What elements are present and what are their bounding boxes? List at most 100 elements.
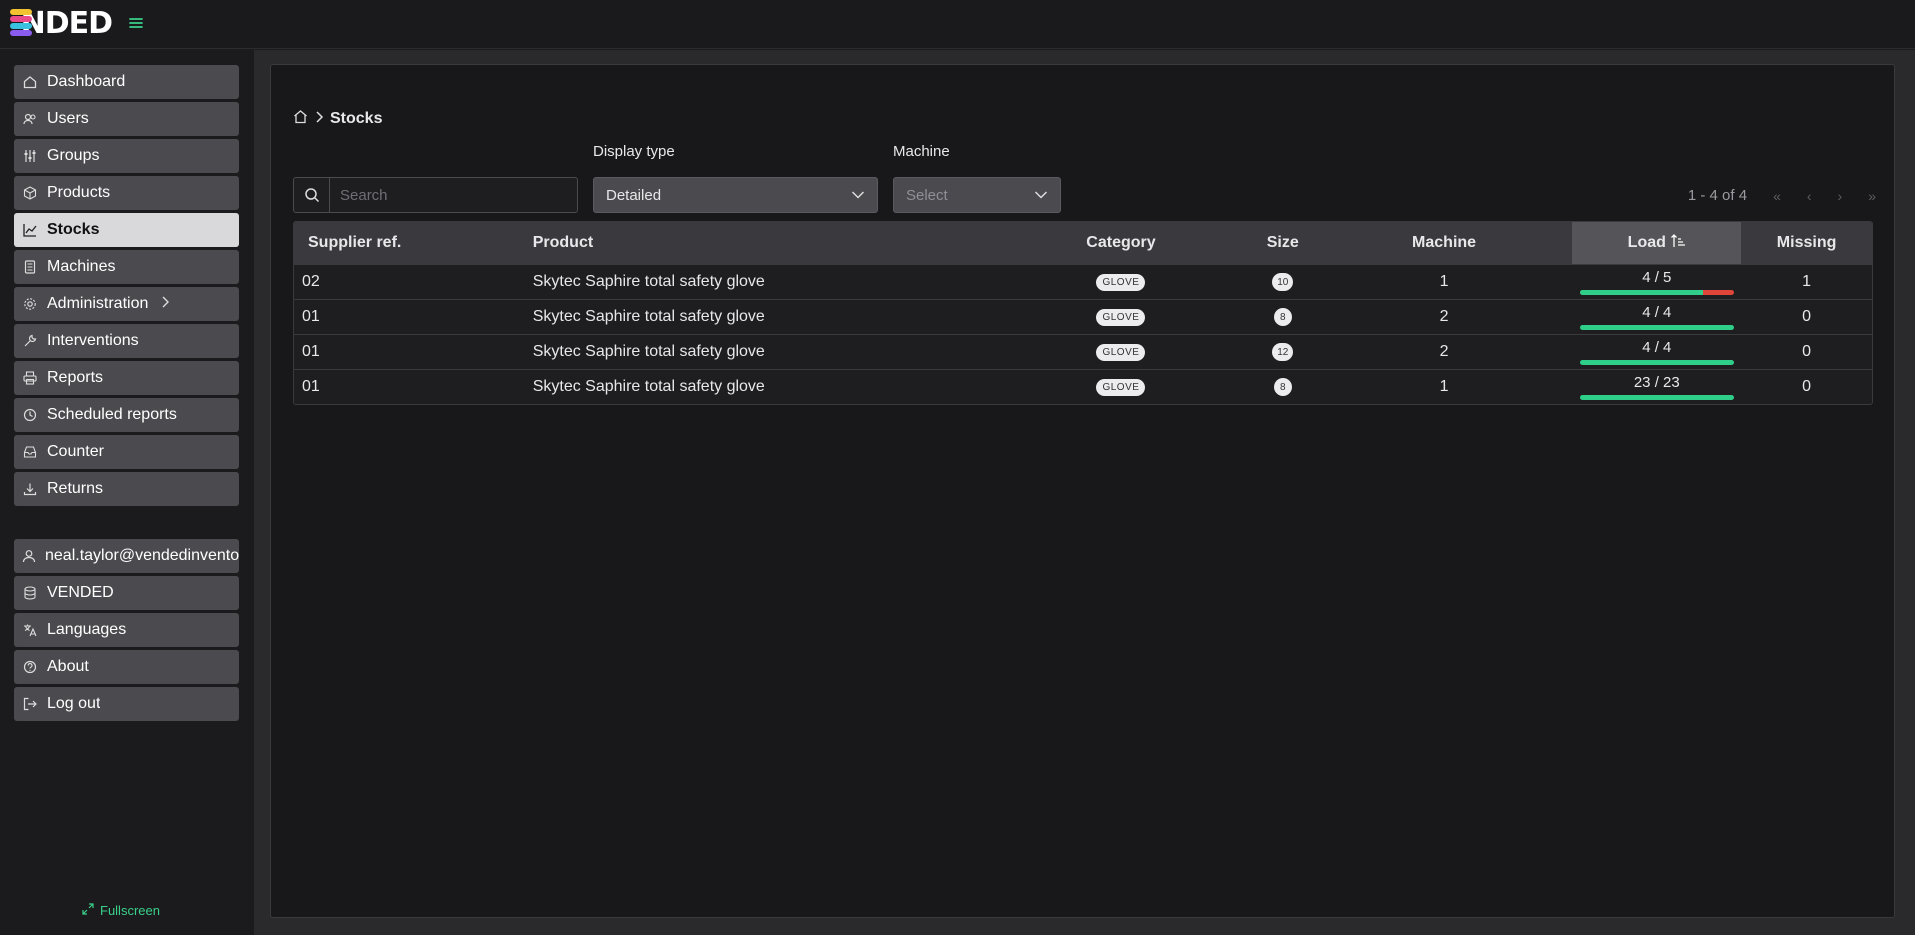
cell-supplier-ref: 02 <box>302 273 320 290</box>
sidebar-item-label: Reports <box>47 369 104 386</box>
cell-load: 4 / 5 <box>1572 265 1741 299</box>
download-icon <box>22 481 38 497</box>
load-text: 23 / 23 <box>1633 373 1680 391</box>
sidebar-item-logout[interactable]: Log out <box>14 687 239 721</box>
stocks-panel: Stocks Display type Detailed Machine Sel… <box>270 64 1895 918</box>
load-progress-fill <box>1579 394 1734 400</box>
column-header-machine[interactable]: Machine <box>1316 222 1573 264</box>
load-progress-bar <box>1579 324 1734 330</box>
sidebar-item-label: Groups <box>47 147 100 164</box>
top-bar: NDED <box>0 0 1915 49</box>
cell-load: 4 / 4 <box>1572 300 1741 334</box>
column-header-category[interactable]: Category <box>992 222 1250 264</box>
sidebar-item-reports[interactable]: Reports <box>14 361 239 395</box>
next-page-icon[interactable]: › <box>1838 188 1843 204</box>
box-icon <box>22 185 38 201</box>
machine-select[interactable]: Select <box>893 177 1061 213</box>
vended-logo[interactable]: NDED <box>8 5 113 41</box>
cell-machine: 2 <box>1439 308 1449 325</box>
cell-missing: 1 <box>1802 273 1812 290</box>
pagination: 1 - 4 of 4 « ‹ › » <box>1688 187 1876 204</box>
cell-missing: 0 <box>1802 308 1812 325</box>
size-badge: 10 <box>1272 273 1294 291</box>
sort-ascending-icon <box>1670 233 1686 254</box>
hamburger-icon[interactable] <box>127 14 145 32</box>
last-page-icon[interactable]: » <box>1868 188 1876 204</box>
load-progress-fill <box>1579 289 1703 295</box>
sidebar-item-users[interactable]: Users <box>14 102 239 136</box>
chevron-down-icon <box>1034 187 1048 204</box>
category-badge: GLOVE <box>1096 308 1146 326</box>
load-progress-bar <box>1579 359 1734 365</box>
sidebar-item-machines[interactable]: Machines <box>14 250 239 284</box>
cell-supplier-ref: 01 <box>302 308 320 325</box>
table-row[interactable]: 02 Skytec Saphire total safety glove GLO… <box>294 264 1872 299</box>
prev-page-icon[interactable]: ‹ <box>1807 188 1812 204</box>
cell-load: 23 / 23 <box>1572 370 1741 404</box>
display-type-value: Detailed <box>606 186 662 204</box>
inbox-icon <box>22 444 38 460</box>
sidebar-item-account[interactable]: neal.taylor@vendedinventory.com <box>14 539 239 573</box>
cell-load: 4 / 4 <box>1572 335 1741 369</box>
column-header-load[interactable]: Load <box>1572 222 1742 264</box>
user-icon <box>22 548 36 564</box>
cell-category: GLOVE <box>992 370 1250 404</box>
chevron-right-icon <box>160 295 170 313</box>
cell-size: 10 <box>1250 265 1316 299</box>
table-row[interactable]: 01 Skytec Saphire total safety glove GLO… <box>294 299 1872 334</box>
pagination-range: 1 - 4 of 4 <box>1687 187 1748 204</box>
sidebar-item-administration[interactable]: Administration <box>14 287 239 321</box>
cell-missing: 0 <box>1802 378 1812 395</box>
fullscreen-button[interactable]: Fullscreen <box>82 903 160 918</box>
cell-category: GLOVE <box>992 335 1250 369</box>
size-badge: 8 <box>1273 308 1292 326</box>
column-header-size[interactable]: Size <box>1250 222 1316 264</box>
cell-size: 8 <box>1250 300 1316 334</box>
sidebar-item-dashboard[interactable]: Dashboard <box>14 65 239 99</box>
column-header-missing[interactable]: Missing <box>1741 222 1872 264</box>
column-header-supplier-ref[interactable]: Supplier ref. <box>294 222 533 264</box>
cell-machine: 2 <box>1439 343 1449 360</box>
column-header-product[interactable]: Product <box>533 222 992 264</box>
sidebar-item-label: VENDED <box>47 584 114 601</box>
logo-text: NDED <box>20 5 113 41</box>
logout-icon <box>22 696 38 712</box>
sidebar-item-products[interactable]: Products <box>14 176 239 210</box>
cell-machine: 1 <box>1439 273 1449 290</box>
sidebar-item-label: Users <box>47 110 89 127</box>
sidebar-item-label: Products <box>47 184 111 201</box>
load-progress-bar <box>1579 394 1734 400</box>
size-badge: 8 <box>1273 378 1292 396</box>
sidebar-item-groups[interactable]: Groups <box>14 139 239 173</box>
table-row[interactable]: 01 Skytec Saphire total safety glove GLO… <box>294 369 1872 404</box>
stocks-table: Supplier ref. Product Category Size Mach… <box>293 221 1873 405</box>
size-badge: 12 <box>1272 343 1294 361</box>
search-icon[interactable] <box>294 178 330 212</box>
cell-supplier-ref: 01 <box>302 378 320 395</box>
sidebar-item-label: Scheduled reports <box>47 406 177 423</box>
cell-category: GLOVE <box>992 265 1250 299</box>
machine-placeholder: Select <box>906 186 948 204</box>
sidebar-item-interventions[interactable]: Interventions <box>14 324 239 358</box>
search-input[interactable] <box>330 178 577 212</box>
home-icon[interactable] <box>293 109 308 129</box>
table-row[interactable]: 01 Skytec Saphire total safety glove GLO… <box>294 334 1872 369</box>
load-progress-fill <box>1579 359 1734 365</box>
breadcrumb: Stocks <box>293 109 382 129</box>
logo-mark <box>8 7 32 39</box>
sidebar-item-returns[interactable]: Returns <box>14 472 239 506</box>
breadcrumb-current: Stocks <box>330 110 383 127</box>
cell-size: 8 <box>1250 370 1316 404</box>
sidebar-item-organization[interactable]: VENDED <box>14 576 239 610</box>
sidebar-item-label: Dashboard <box>47 73 126 90</box>
display-type-select[interactable]: Detailed <box>593 177 878 213</box>
chevron-down-icon <box>851 187 865 204</box>
first-page-icon[interactable]: « <box>1773 188 1781 204</box>
table-header: Supplier ref. Product Category Size Mach… <box>294 222 1872 264</box>
sidebar-item-languages[interactable]: Languages <box>14 613 239 647</box>
sidebar-item-stocks[interactable]: Stocks <box>14 213 239 247</box>
sidebar-item-about[interactable]: About <box>14 650 239 684</box>
cell-category: GLOVE <box>992 300 1250 334</box>
sidebar-item-scheduled-reports[interactable]: Scheduled reports <box>14 398 239 432</box>
sidebar-item-counter[interactable]: Counter <box>14 435 239 469</box>
